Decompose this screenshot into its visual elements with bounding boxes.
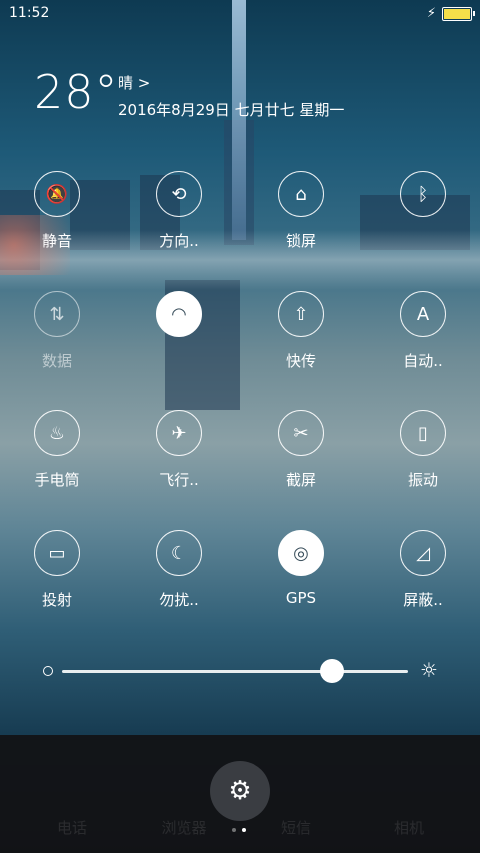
flashlight-icon[interactable]: ♨ [34,410,80,456]
toggle-label: 快传 [285,352,316,370]
toggle-block[interactable]: ◿ 屏蔽.. [373,530,473,610]
block-icon[interactable]: ◿ [400,530,446,576]
date-text: 2016年8月29日 七月廿七 星期一 [118,101,345,119]
toggle-label: GPS [285,589,317,607]
bluetooth-icon[interactable]: ᛒ [400,171,446,217]
dock-item-phone[interactable]: 电话 [32,817,112,838]
dock-item-camera[interactable]: 相机 [369,817,449,838]
toggle-label: 静音 [41,232,72,250]
vibrate-icon[interactable]: ▯ [400,410,446,456]
page-dot-active [242,828,246,832]
toggle-label: 手电筒 [34,471,80,489]
cast-icon[interactable]: ▭ [34,530,80,576]
toggle-bluetooth[interactable]: ᛒ [373,171,473,230]
toggle-flashlight[interactable]: ♨ 手电筒 [7,410,107,490]
toggle-vibrate[interactable]: ▯ 振动 [373,410,473,490]
toggle-gps[interactable]: ◎ GPS [251,530,351,607]
dock-item-sms[interactable]: 短信 [256,817,336,838]
toggle-label: 方向.. [159,232,199,250]
toggle-quick-transfer[interactable]: ⇧ 快传 [251,291,351,371]
brightness-thumb[interactable] [319,659,344,683]
wifi-icon[interactable]: ◠ [156,291,202,337]
toggle-auto-brightness[interactable]: A 自动.. [373,291,473,371]
toggle-lock[interactable]: ⌂ 锁屏 [251,171,351,251]
toggle-label: 截屏 [285,471,316,489]
auto-brightness-icon[interactable]: A [400,291,446,337]
settings-button[interactable]: ⚙ [210,761,270,821]
gear-icon: ⚙ [228,776,252,806]
toggle-rotation-lock[interactable]: ⟲ 方向.. [129,171,229,251]
toggle-wifi[interactable]: ◠ [129,291,229,350]
page-indicator [232,828,246,832]
toggle-mobile-data[interactable]: ⇅ 数据 [7,291,107,371]
brightness-high-icon: ☼ [420,658,438,682]
page-dot [232,828,236,832]
gps-icon[interactable]: ◎ [278,530,324,576]
status-time: 11:52 [9,5,50,21]
do-not-disturb-icon[interactable]: ☾ [156,530,202,576]
toggle-label: 振动 [407,471,438,489]
weather-condition[interactable]: 晴 > [118,72,398,93]
toggle-label: 锁屏 [285,232,316,250]
toggle-label: 数据 [41,352,72,370]
status-bar: 11:52 ⚡ [0,0,480,28]
brightness-track[interactable] [62,670,408,673]
mobile-data-icon[interactable]: ⇅ [34,291,80,337]
airplane-icon[interactable]: ✈ [156,410,202,456]
toggle-label: 屏蔽.. [403,591,443,609]
lock-icon[interactable]: ⌂ [278,171,324,217]
toggle-airplane[interactable]: ✈ 飞行.. [129,410,229,490]
bell-muted-icon[interactable]: 🔕 [34,171,80,217]
toggle-label: 勿扰.. [159,591,199,609]
screenshot-icon[interactable]: ✂ [278,410,324,456]
brightness-low-icon [43,666,53,676]
weather-temperature[interactable]: 28° [34,66,119,118]
toggle-screenshot[interactable]: ✂ 截屏 [251,410,351,490]
toggle-label: 自动.. [403,352,443,370]
weather-info[interactable]: 晴 > 2016年8月29日 七月廿七 星期一 [118,72,398,120]
toggle-do-not-disturb[interactable]: ☾ 勿扰.. [129,530,229,610]
toggle-cast[interactable]: ▭ 投射 [7,530,107,610]
charging-icon: ⚡ [426,6,436,21]
toggle-bell-muted[interactable]: 🔕 静音 [7,171,107,251]
battery-icon [442,7,475,21]
toggle-label: 投射 [41,591,72,609]
quick-transfer-icon[interactable]: ⇧ [278,291,324,337]
rotation-lock-icon[interactable]: ⟲ [156,171,202,217]
toggle-label: 飞行.. [159,471,199,489]
brightness-slider[interactable]: ☼ [40,656,440,686]
dock-item-browser[interactable]: 浏览器 [144,817,224,838]
dock: 电话 浏览器 短信 相机 ⚙ [0,735,480,853]
